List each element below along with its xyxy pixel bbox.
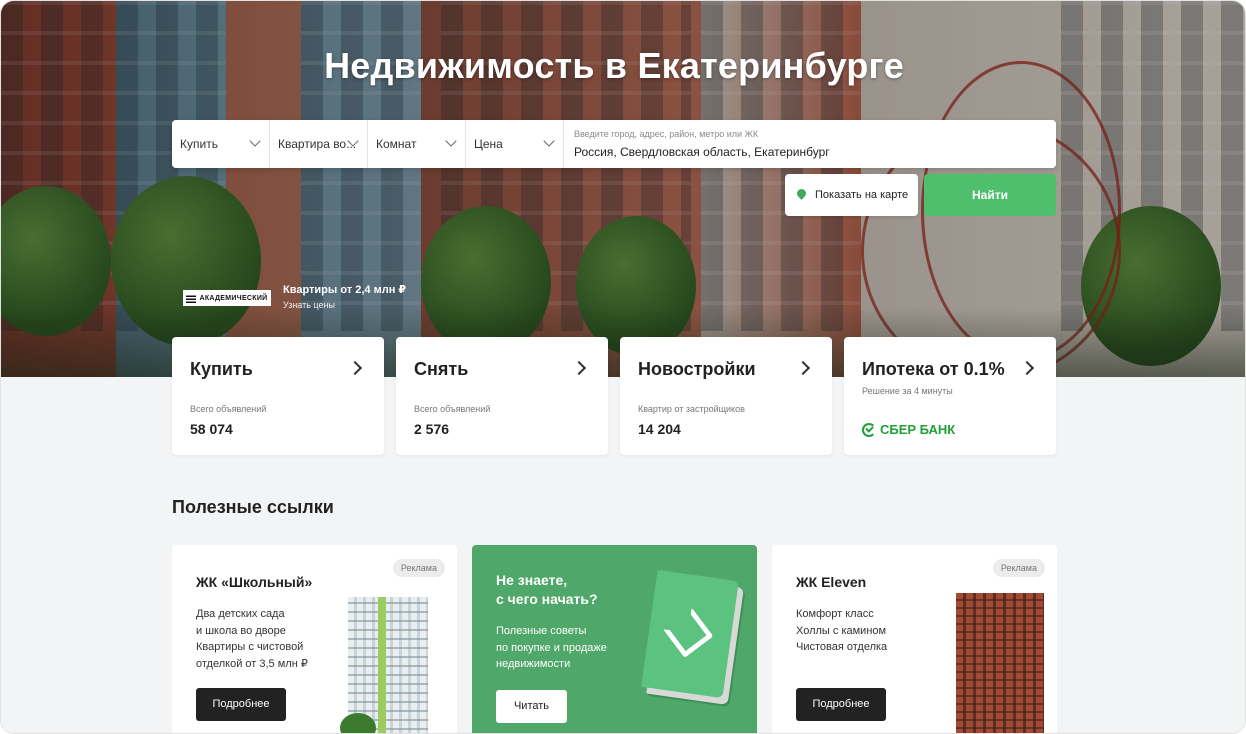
chevron-down-icon [445,135,457,147]
category-card-rent[interactable]: Снять Всего объявлений 2 576 [396,337,608,455]
guide-card[interactable]: Не знаете, с чего начать? Полезные совет… [472,545,757,733]
promo-text: Квартиры от 2,4 млн ₽ Узнать цены [283,283,406,310]
deal-type-select[interactable]: Купить [172,120,270,168]
building-image [956,593,1044,733]
details-button[interactable]: Подробнее [796,688,886,721]
find-button[interactable]: Найти [924,174,1056,216]
rooms-value: Комнат [376,137,417,151]
page: Недвижимость в Екатеринбурге Купить Квар… [0,0,1246,734]
promo-title: Квартиры от 2,4 млн ₽ [283,284,407,296]
deal-type-value: Купить [180,137,218,151]
promo-link[interactable]: Узнать цены [283,300,406,310]
card-title: ЖК Eleven [796,574,867,590]
map-pin-icon [797,189,806,201]
card-description: Полезные советы по покупке и продаже нед… [496,623,607,673]
card-line: Комфорт класс [796,608,874,620]
category-card-new-buildings[interactable]: Новостройки Квартир от застройщиков 14 2… [620,337,832,455]
building-image [340,597,428,733]
ad-badge: Реклама [392,559,445,577]
tree [340,713,376,733]
card-title-line: с чего начать? [496,591,598,607]
book-illustration [641,569,739,699]
chevron-down-icon [249,135,261,147]
location-placeholder: Введите город, адрес, район, метро или Ж… [574,129,759,139]
card-title-line: Не знаете, [496,572,568,588]
card-line: Два детских сада [196,608,285,620]
category-count: 58 074 [190,421,233,437]
card-title: Не знаете, с чего начать? [496,571,598,609]
card-line: и школа во дворе [196,624,286,637]
card-line: Квартиры с чистовой [196,641,304,653]
card-description: Комфорт класс Холлы с камином Чистовая о… [796,606,887,656]
category-label: Всего объявлений [414,404,491,414]
promo-banner[interactable]: АКАДЕМИЧЕСКИЙ Квартиры от 2,4 млн ₽ Узна… [183,283,406,310]
hero-banner: Недвижимость в Екатеринбурге Купить Квар… [1,1,1245,377]
category-subtitle: Решение за 4 минуты [862,386,953,396]
category-count: 14 204 [638,421,681,437]
sber-logo-icon [862,422,876,437]
developer-logo-text: АКАДЕМИЧЕСКИЙ [199,294,268,302]
card-title: ЖК «Школьный» [196,574,313,590]
card-description: Два детских сада и школа во дворе Кварти… [196,606,308,672]
developer-logo: АКАДЕМИЧЕСКИЙ [183,290,271,306]
card-line: по покупке и продаже [496,641,607,654]
location-input[interactable]: Введите город, адрес, район, метро или Ж… [564,120,1056,168]
price-select[interactable]: Цена [466,120,564,168]
bank-name: СБЕР БАНК [880,422,956,437]
category-label: Всего объявлений [190,404,267,414]
card-line: недвижимости [496,658,571,670]
category-card-buy[interactable]: Купить Всего объявлений 58 074 [172,337,384,455]
ad-card-eleven[interactable]: Реклама ЖК Eleven Комфорт класс Холлы с … [772,545,1057,733]
sber-bank-logo: СБЕР БАНК [862,422,955,437]
card-line: отделкой от 3,5 млн ₽ [196,657,308,670]
chevron-down-icon [543,135,555,147]
category-card-mortgage[interactable]: Ипотека от 0.1% Решение за 4 минуты СБЕР… [844,337,1056,455]
house-logo-icon [662,607,714,658]
page-title: Недвижимость в Екатеринбурге [324,45,904,86]
property-type-select[interactable]: Квартира во... [270,120,368,168]
property-type-value: Квартира во... [278,137,357,151]
show-on-map-label: Показать на карте [815,189,909,201]
section-title: Полезные ссылки [172,497,334,517]
card-line: Холлы с камином [796,624,887,637]
card-line: Полезные советы [496,625,587,637]
rooms-select[interactable]: Комнат [368,120,466,168]
search-bar: Купить Квартира во... Комнат Цена Введит… [172,120,1056,168]
show-on-map-button[interactable]: Показать на карте [785,174,918,216]
location-value: Россия, Свердловская область, Екатеринбу… [574,145,830,159]
category-count: 2 576 [414,421,450,437]
ad-card-shkolny[interactable]: Реклама ЖК «Школьный» Два детских сада и… [172,545,457,733]
ad-badge: Реклама [992,559,1045,577]
card-line: Чистовая отделка [796,641,888,653]
category-label: Квартир от застройщиков [638,404,745,414]
building-accent [378,597,386,733]
details-button[interactable]: Подробнее [196,688,286,721]
read-button[interactable]: Читать [496,690,567,723]
logo-mark-icon [186,293,197,303]
price-value: Цена [474,137,503,151]
